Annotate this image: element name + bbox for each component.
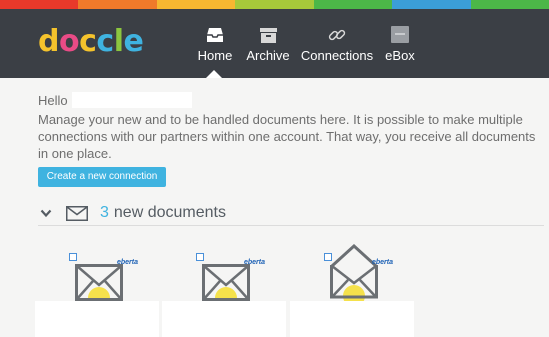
nav-ebox-label: eBox (385, 48, 415, 63)
rainbow-stripe (0, 0, 549, 9)
stripe-segment (0, 0, 79, 9)
sender-brand: eberta (117, 259, 139, 266)
logo-letter: l (113, 24, 124, 59)
new-documents-label: new documents (113, 204, 226, 221)
card-panel (35, 301, 159, 337)
closed-envelope-icon (75, 244, 123, 309)
document-card[interactable]: eberta (290, 243, 414, 337)
sender-brand: eberta (372, 259, 394, 266)
stripe-segment (156, 0, 236, 9)
nav-ebox[interactable]: eBox (380, 9, 420, 78)
open-envelope-icon (330, 243, 378, 307)
card-panel (162, 301, 286, 337)
document-card[interactable]: eberta (35, 244, 159, 337)
stripe-segment (78, 0, 157, 9)
intro-text: Manage your new and to be handled docume… (38, 112, 536, 161)
logo-letter: c (79, 24, 97, 59)
envelope-icon (66, 205, 88, 221)
nav-connections[interactable]: Connections (300, 9, 374, 78)
logo-letter: e (123, 24, 144, 59)
stripe-segment (313, 0, 393, 9)
closed-envelope-icon (202, 244, 250, 309)
section-divider (38, 225, 544, 226)
main-content: Hello Manage your new and to be handled … (0, 78, 549, 337)
create-connection-button[interactable]: Create a new connection (38, 167, 166, 187)
document-card[interactable]: eberta (162, 244, 286, 337)
greeting: Hello (38, 93, 68, 108)
nav-archive-label: Archive (246, 48, 290, 63)
top-navigation-bar: doccle Home Archive Connections eBox (0, 9, 549, 78)
ebox-icon (391, 9, 409, 43)
redacted-username (72, 92, 192, 108)
link-icon (328, 9, 346, 43)
logo-letter: d (38, 24, 59, 59)
nav-home[interactable]: Home (194, 9, 236, 78)
chevron-down-icon[interactable] (40, 206, 54, 220)
new-documents-count: 3 (100, 204, 109, 221)
logo-letter: c (96, 24, 114, 59)
nav-archive[interactable]: Archive (243, 9, 293, 78)
stripe-segment (392, 0, 471, 9)
new-documents-header[interactable]: 3 new documents (40, 202, 226, 224)
card-panel (290, 301, 414, 337)
archive-box-icon (259, 9, 277, 43)
stripe-segment (235, 0, 314, 9)
doccle-logo[interactable]: doccle (38, 24, 144, 59)
logo-letter: o (58, 24, 80, 59)
nav-home-label: Home (197, 48, 233, 63)
nav-connections-label: Connections (300, 48, 374, 63)
inbox-icon (206, 9, 224, 43)
stripe-segment (470, 0, 549, 9)
sender-brand: eberta (244, 259, 266, 266)
